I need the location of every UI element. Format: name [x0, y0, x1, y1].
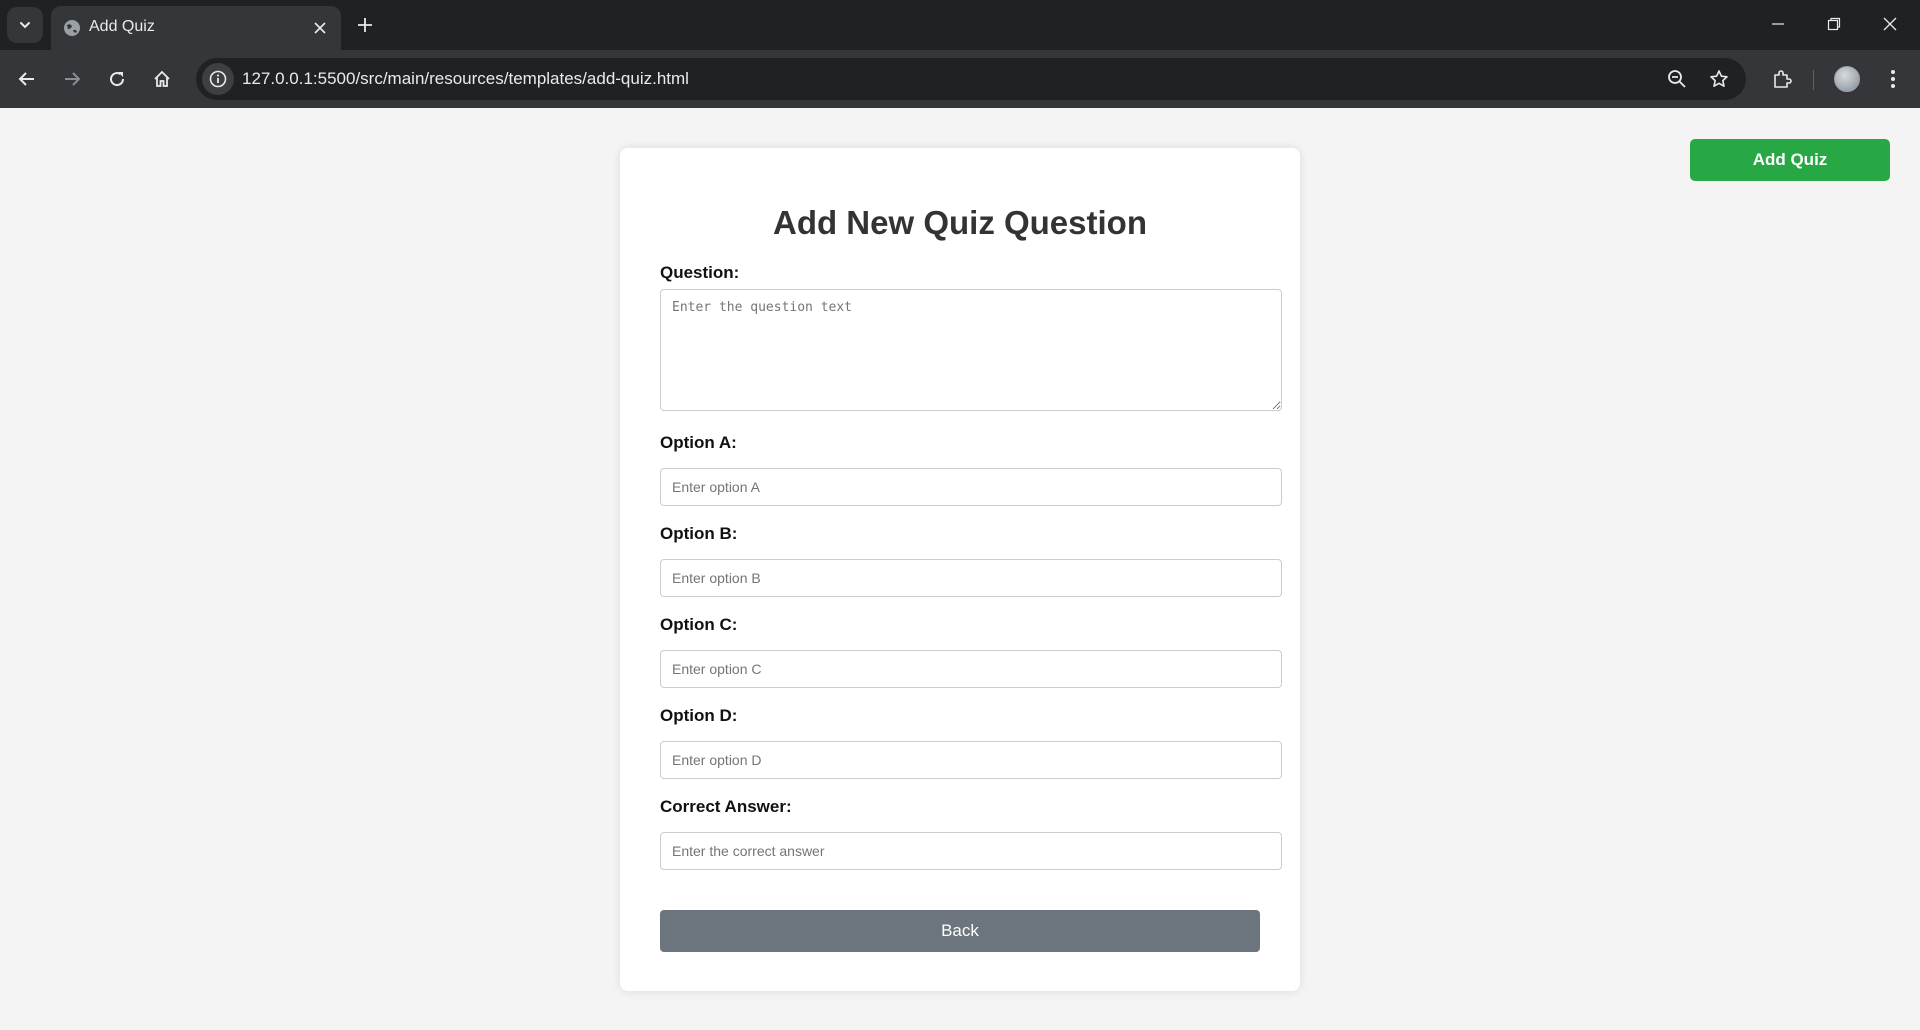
toolbar-divider	[1813, 70, 1814, 90]
address-bar[interactable]: 127.0.0.1:5500/src/main/resources/templa…	[196, 58, 1746, 100]
option-d-label: Option D:	[660, 706, 738, 725]
minimize-button[interactable]	[1750, 0, 1806, 48]
avatar	[1834, 66, 1860, 92]
option-d-input[interactable]	[660, 741, 1282, 779]
info-icon	[209, 70, 227, 88]
back-nav-button[interactable]	[10, 62, 44, 96]
browser-tab[interactable]: Add Quiz	[51, 6, 341, 50]
correct-answer-input[interactable]	[660, 832, 1282, 870]
more-vertical-icon	[1891, 70, 1895, 88]
globe-icon	[64, 20, 80, 36]
back-button[interactable]: Back	[660, 910, 1260, 952]
chevron-down-icon	[20, 22, 30, 29]
option-c-label: Option C:	[660, 615, 738, 634]
home-icon	[154, 70, 170, 87]
plus-icon	[358, 18, 372, 32]
browser-tab-bar: Add Quiz	[0, 0, 1920, 50]
site-info-button[interactable]	[202, 63, 234, 95]
close-icon	[1883, 17, 1897, 31]
page-title: Add New Quiz Question	[772, 204, 1147, 241]
profile-button[interactable]	[1830, 62, 1864, 96]
zoom-button[interactable]	[1662, 64, 1692, 94]
restore-icon	[1827, 17, 1841, 31]
add-quiz-button[interactable]: Add Quiz	[1690, 139, 1890, 181]
browser-menu-button[interactable]	[1876, 62, 1910, 96]
minimize-icon	[1772, 23, 1784, 25]
forward-nav-button[interactable]	[55, 62, 89, 96]
restore-button[interactable]	[1806, 0, 1862, 48]
reload-icon	[110, 72, 125, 87]
option-b-label: Option B:	[660, 524, 738, 543]
add-quiz-form-card: Add New Quiz Question Question: Option A…	[620, 148, 1300, 991]
puzzle-icon	[1774, 70, 1792, 88]
extensions-button[interactable]	[1765, 62, 1799, 96]
option-a-label: Option A:	[660, 433, 737, 452]
home-button[interactable]	[145, 62, 179, 96]
reload-button[interactable]	[100, 62, 134, 96]
option-a-input[interactable]	[660, 468, 1282, 506]
tab-title: Add Quiz	[89, 18, 155, 35]
arrow-right-icon	[65, 72, 81, 86]
browser-toolbar: 127.0.0.1:5500/src/main/resources/templa…	[0, 50, 1920, 108]
bookmark-button[interactable]	[1704, 64, 1734, 94]
arrow-left-icon	[18, 72, 34, 86]
new-tab-button[interactable]	[350, 10, 380, 40]
option-c-input[interactable]	[660, 650, 1282, 688]
question-textarea[interactable]	[660, 289, 1282, 411]
url-text: 127.0.0.1:5500/src/main/resources/templa…	[242, 69, 689, 88]
star-icon	[1710, 70, 1728, 87]
correct-answer-label: Correct Answer:	[660, 797, 792, 816]
zoom-out-icon	[1668, 70, 1686, 88]
close-tab-button[interactable]	[309, 17, 331, 39]
tab-search-button[interactable]	[7, 7, 43, 43]
close-window-button[interactable]	[1862, 0, 1918, 48]
question-label: Question:	[660, 263, 740, 282]
close-icon	[314, 22, 326, 34]
option-b-input[interactable]	[660, 559, 1282, 597]
